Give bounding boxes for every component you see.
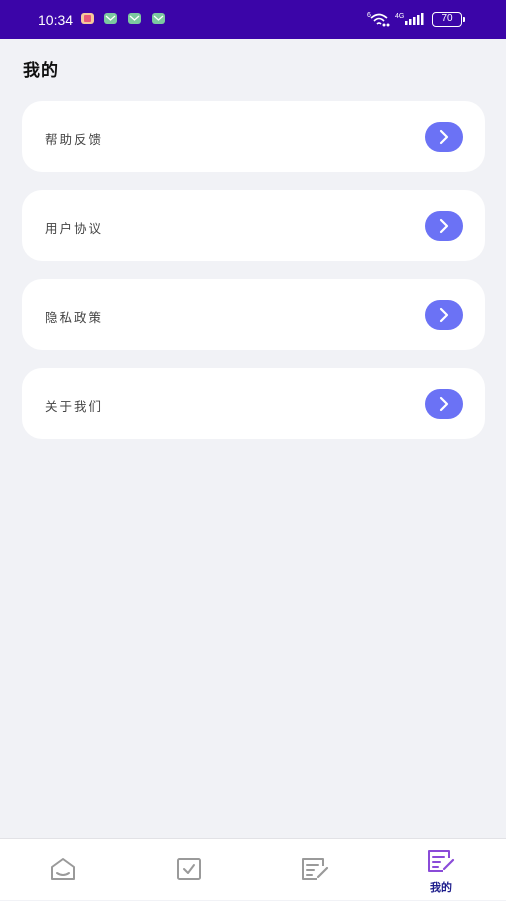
message-icon bbox=[104, 13, 117, 24]
page-title: 我的 bbox=[23, 61, 59, 81]
wifi-icon: 6 bbox=[367, 10, 391, 32]
menu-item-about-us[interactable]: 关于我们 bbox=[22, 368, 485, 439]
notification-app-icon bbox=[81, 13, 94, 24]
chevron-right-icon[interactable] bbox=[425, 389, 463, 419]
tab-tasks[interactable] bbox=[126, 839, 252, 901]
battery-icon: 70 bbox=[432, 12, 465, 27]
status-time: 10:34 bbox=[38, 12, 74, 28]
tab-mine-label: 我的 bbox=[430, 881, 452, 894]
message-icon bbox=[152, 13, 165, 24]
svg-text:6: 6 bbox=[367, 12, 371, 19]
menu-item-label: 用户协议 bbox=[45, 221, 104, 236]
tab-notes[interactable] bbox=[252, 839, 378, 901]
bottom-tab-bar: 我的 bbox=[0, 838, 506, 900]
inbox-icon bbox=[51, 858, 75, 880]
menu-item-label: 帮助反馈 bbox=[45, 132, 104, 147]
signal-icon: 4G bbox=[395, 10, 427, 32]
chevron-right-icon[interactable] bbox=[425, 211, 463, 241]
chevron-right-icon[interactable] bbox=[425, 300, 463, 330]
network-type: 4G bbox=[395, 13, 404, 20]
message-icon bbox=[128, 13, 141, 24]
menu-item-user-agreement[interactable]: 用户协议 bbox=[22, 190, 485, 261]
tab-mine[interactable]: 我的 bbox=[378, 839, 504, 901]
menu-item-label: 隐私政策 bbox=[45, 310, 104, 325]
status-bar: 10:34 6 4G 70 bbox=[0, 0, 506, 39]
edit-note-icon bbox=[428, 850, 455, 872]
menu-item-label: 关于我们 bbox=[45, 399, 104, 414]
tab-home[interactable] bbox=[0, 839, 126, 901]
menu-item-privacy-policy[interactable]: 隐私政策 bbox=[22, 279, 485, 350]
edit-note-icon bbox=[302, 858, 329, 880]
battery-level: 70 bbox=[441, 13, 453, 24]
chevron-right-icon[interactable] bbox=[425, 122, 463, 152]
checkbox-icon bbox=[177, 858, 201, 880]
menu-item-help-feedback[interactable]: 帮助反馈 bbox=[22, 101, 485, 172]
